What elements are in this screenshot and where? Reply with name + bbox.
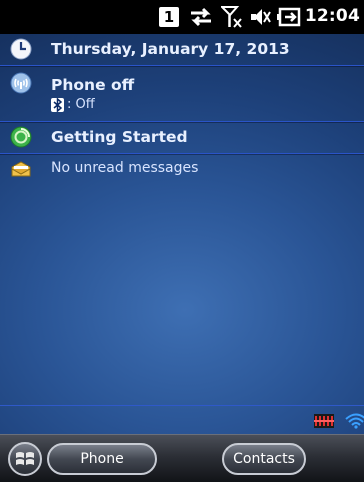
no-signal-icon[interactable] <box>220 5 244 29</box>
phone-softkey[interactable]: Phone <box>47 443 157 475</box>
bluetooth-status-text: : Off <box>67 97 95 112</box>
phone-row[interactable]: Phone off : Off <box>0 66 364 122</box>
sim-badge-label: 1 <box>159 7 179 27</box>
sim-slot-badge: 1 <box>158 5 180 29</box>
bluetooth-icon <box>51 97 64 112</box>
windows-logo-icon <box>16 452 34 465</box>
clock-icon <box>10 38 32 60</box>
messages-status: No unread messages <box>51 160 199 176</box>
getting-started-row[interactable]: Getting Started <box>0 122 364 154</box>
volume-muted-icon[interactable] <box>249 5 273 29</box>
messages-row[interactable]: No unread messages <box>0 154 364 184</box>
wireless-manager-icon <box>10 72 32 94</box>
phone-status-title: Phone off <box>51 76 135 94</box>
contacts-softkey[interactable]: Contacts <box>222 443 306 475</box>
tray-wifi-icon[interactable] <box>344 411 364 429</box>
date-row[interactable]: Thursday, January 17, 2013 <box>0 34 364 66</box>
battery-charging-icon[interactable] <box>277 5 301 29</box>
soft-key-bar: Phone Contacts <box>0 434 364 482</box>
data-transfer-icon[interactable] <box>188 5 214 29</box>
tray-keyboard-icon[interactable] <box>314 413 334 428</box>
getting-started-title: Getting Started <box>51 128 188 146</box>
status-bar: 1 12:04 <box>0 0 364 34</box>
date-text: Thursday, January 17, 2013 <box>51 40 290 58</box>
bluetooth-status: : Off <box>51 97 95 112</box>
start-button[interactable] <box>8 442 42 476</box>
tray-divider <box>0 405 364 406</box>
envelope-icon <box>11 161 31 177</box>
clock-time[interactable]: 12:04 <box>305 6 360 26</box>
getting-started-icon <box>10 126 32 148</box>
today-screen: Thursday, January 17, 2013 Phone off : O… <box>0 34 364 184</box>
